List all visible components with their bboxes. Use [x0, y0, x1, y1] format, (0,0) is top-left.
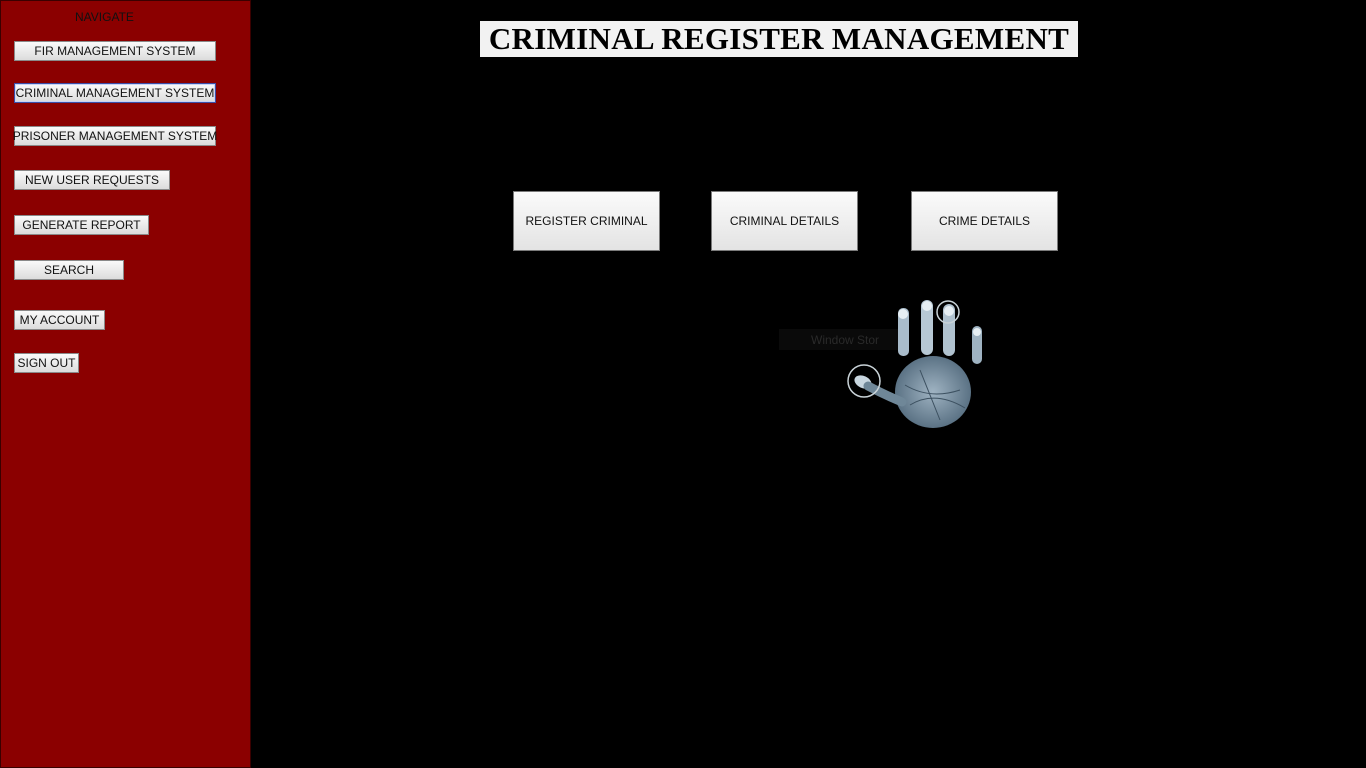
- navigate-heading: NAVIGATE: [75, 10, 134, 24]
- search-button[interactable]: SEARCH: [14, 260, 124, 280]
- page-title: CRIMINAL REGISTER MANAGEMENT: [488, 21, 1070, 56]
- criminal-management-system-button[interactable]: CRIMINAL MANAGEMENT SYSTEM: [14, 83, 216, 103]
- generate-report-button[interactable]: GENERATE REPORT: [14, 215, 149, 235]
- page-title-banner: CRIMINAL REGISTER MANAGEMENT: [480, 21, 1078, 57]
- fir-management-system-button[interactable]: FIR MANAGEMENT SYSTEM: [14, 41, 216, 61]
- prisoner-management-system-button[interactable]: PRISONER MANAGEMENT SYSTEM: [13, 126, 217, 146]
- register-criminal-button[interactable]: REGISTER CRIMINAL: [513, 191, 660, 251]
- sign-out-button[interactable]: SIGN OUT: [14, 353, 79, 373]
- my-account-button[interactable]: MY ACCOUNT: [14, 310, 105, 330]
- handprint-icon: [525, 300, 1320, 428]
- criminal-details-button[interactable]: CRIMINAL DETAILS: [711, 191, 858, 251]
- crime-details-button[interactable]: CRIME DETAILS: [911, 191, 1058, 251]
- new-user-requests-button[interactable]: NEW USER REQUESTS: [14, 170, 170, 190]
- navigation-sidebar: NAVIGATE FIR MANAGEMENT SYSTEM CRIMINAL …: [0, 0, 251, 768]
